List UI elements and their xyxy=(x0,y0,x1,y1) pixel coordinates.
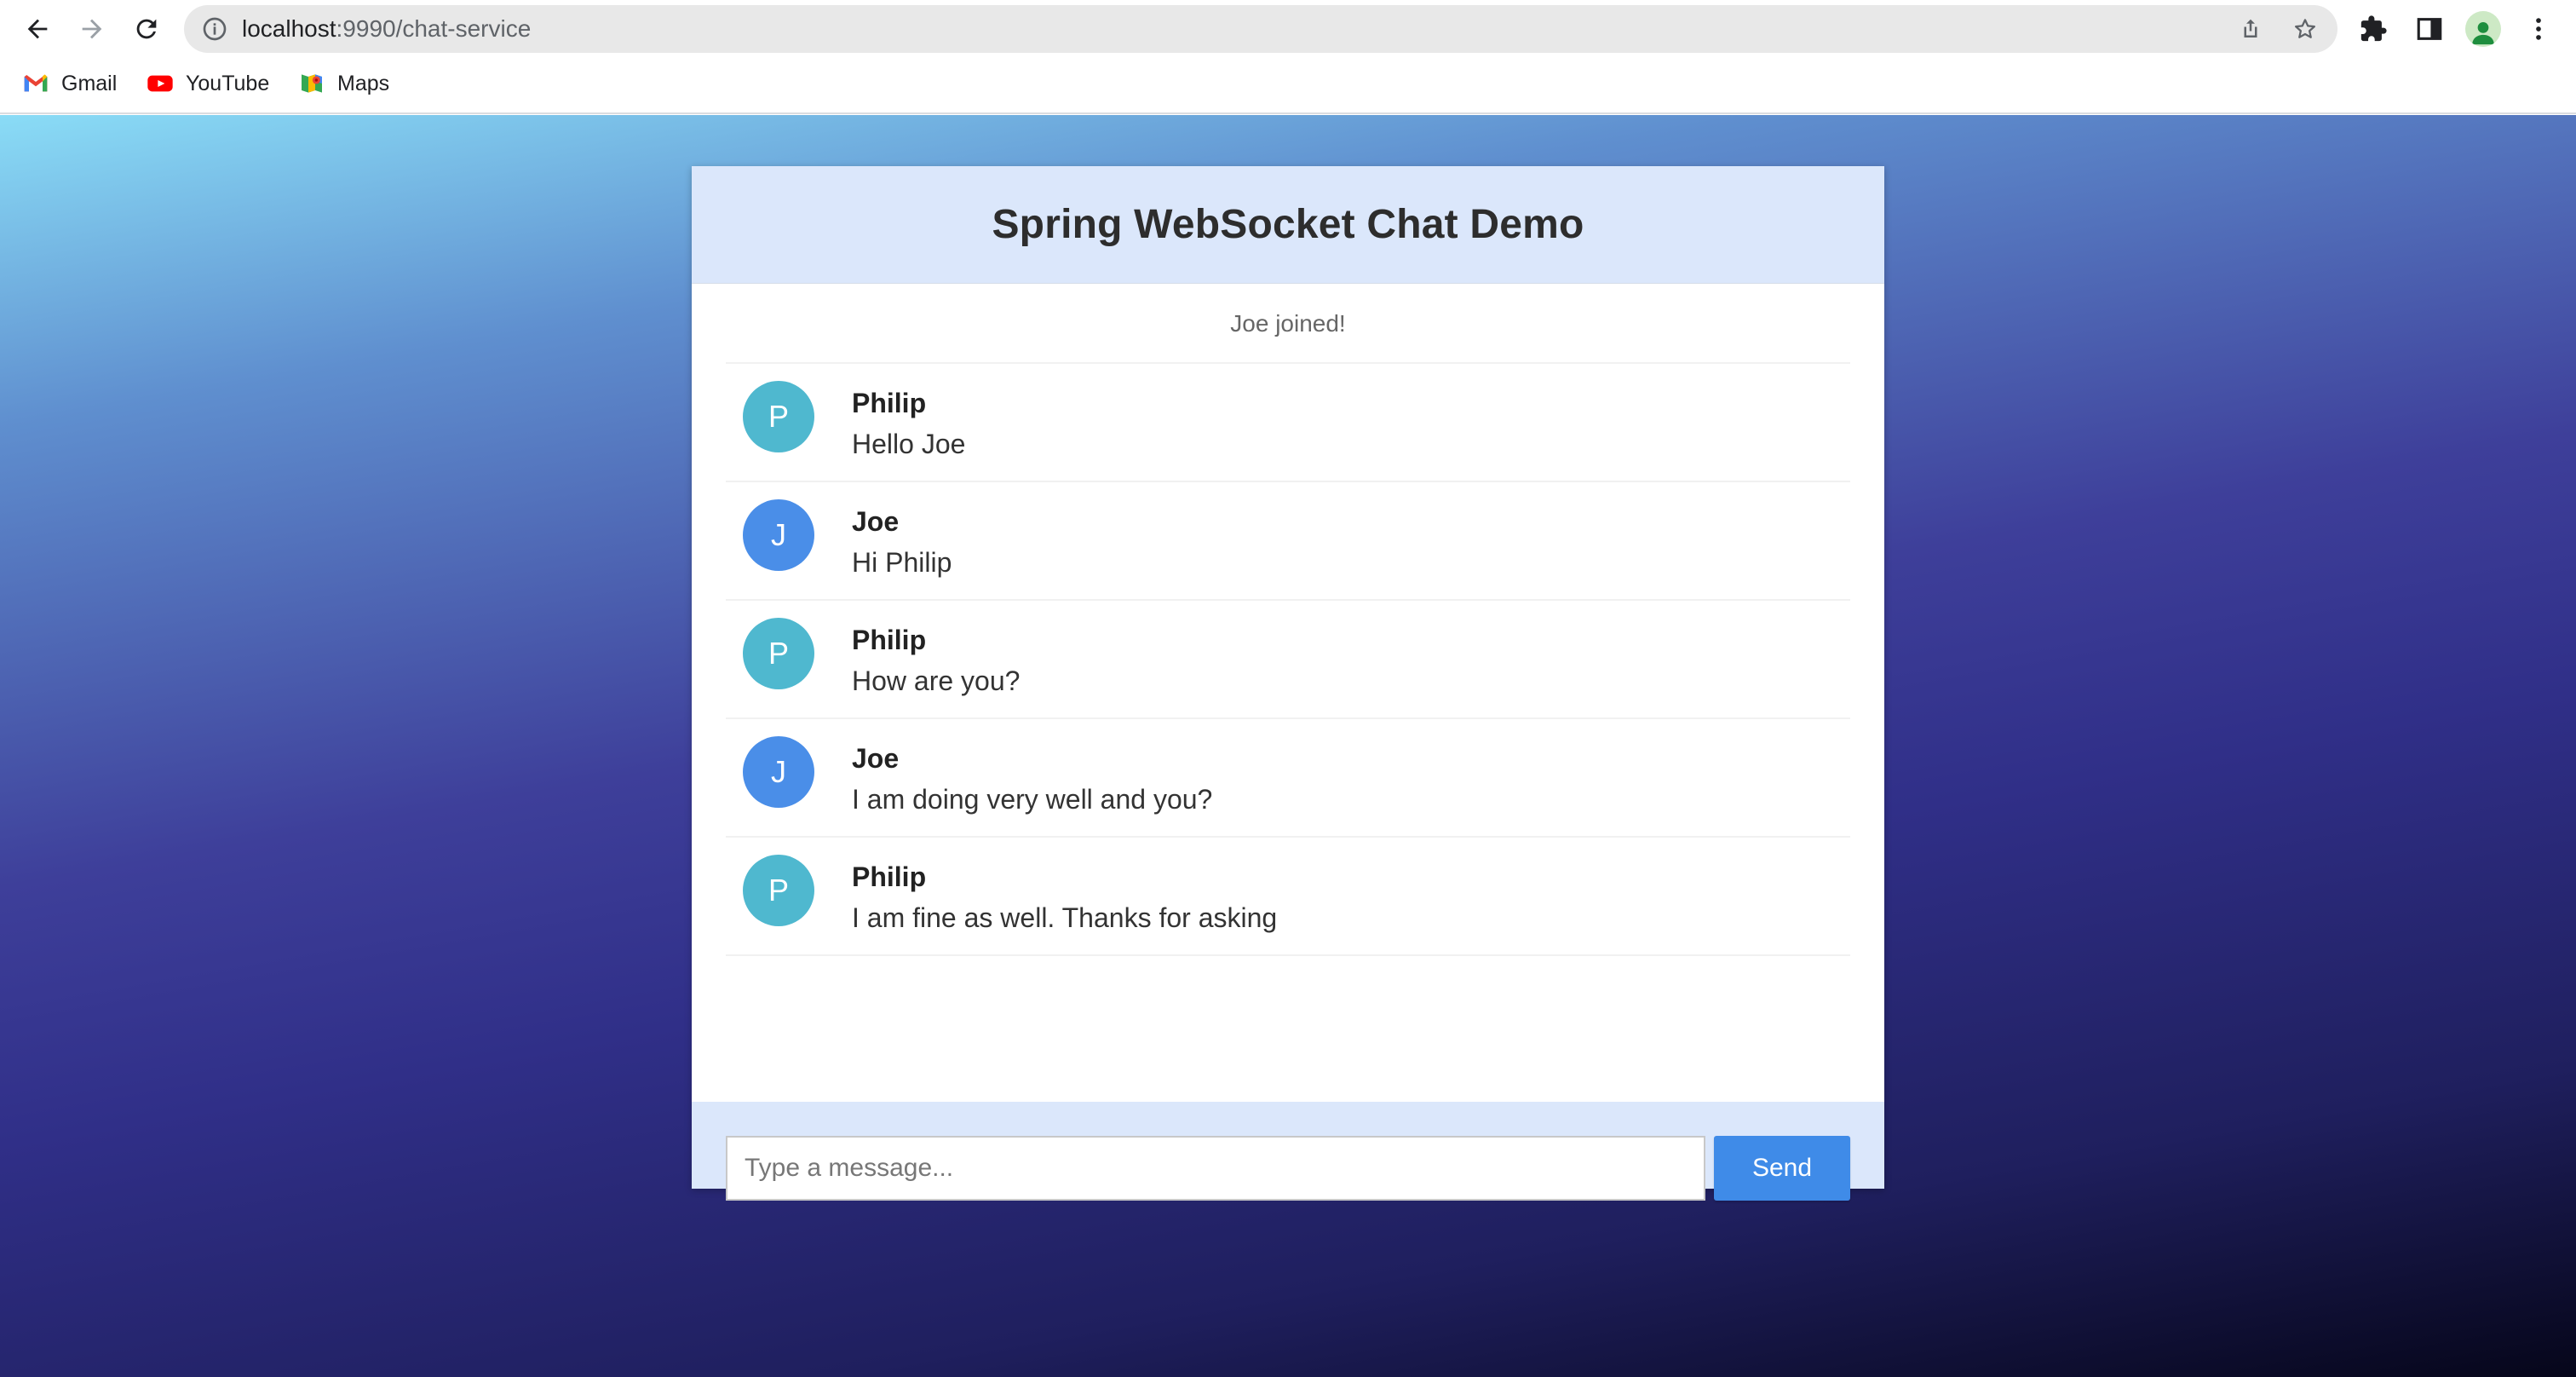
bookmark-star-icon[interactable] xyxy=(2290,14,2320,44)
back-icon[interactable] xyxy=(17,9,58,49)
bookmark-gmail[interactable]: Gmail xyxy=(22,66,117,101)
chat-message: J Joe Hi Philip xyxy=(726,482,1850,601)
sender-name: Philip xyxy=(852,388,927,418)
reload-icon[interactable] xyxy=(126,9,167,49)
message-text: How are you? xyxy=(852,665,1021,696)
sender-name: Philip xyxy=(852,625,927,655)
message-text: I am fine as well. Thanks for asking xyxy=(852,902,1278,933)
bookmark-label: Maps xyxy=(337,71,390,95)
url-text: localhost:9990/chat-service xyxy=(242,5,531,53)
avatar: P xyxy=(743,855,814,926)
address-bar[interactable]: localhost:9990/chat-service xyxy=(184,5,2337,53)
send-button[interactable]: Send xyxy=(1714,1136,1850,1201)
avatar: P xyxy=(743,618,814,689)
bookmark-maps[interactable]: Maps xyxy=(298,66,389,101)
chat-message: P Philip Hello Joe xyxy=(726,364,1850,482)
youtube-icon xyxy=(147,75,173,92)
gmail-icon xyxy=(24,74,48,92)
url-path: :9990/chat-service xyxy=(336,15,532,42)
extensions-icon[interactable] xyxy=(2356,12,2390,46)
page-title: Spring WebSocket Chat Demo xyxy=(992,202,1584,247)
browser-toolbar: localhost:9990/chat-service xyxy=(0,0,2576,58)
sender-name: Joe xyxy=(852,506,900,537)
kebab-menu-icon[interactable] xyxy=(2521,12,2556,46)
side-panel-icon[interactable] xyxy=(2412,12,2447,46)
chat-header: Spring WebSocket Chat Demo xyxy=(692,166,1884,284)
bookmark-youtube[interactable]: YouTube xyxy=(147,66,269,101)
chat-message: P Philip I am fine as well. Thanks for a… xyxy=(726,838,1850,956)
message-text: Hello Joe xyxy=(852,429,966,459)
avatar: J xyxy=(743,736,814,808)
browser-chrome: localhost:9990/chat-service Gmail YouTub… xyxy=(0,0,2576,114)
maps-icon xyxy=(302,74,322,93)
message-area: Joe joined! P Philip Hello Joe J Joe Hi … xyxy=(726,284,1850,1008)
sender-name: Joe xyxy=(852,743,900,774)
bookmark-label: Gmail xyxy=(61,71,118,95)
chat-container: Spring WebSocket Chat Demo Joe joined! P… xyxy=(692,166,1884,1201)
message-input[interactable] xyxy=(726,1136,1705,1201)
chat-message: J Joe I am doing very well and you? xyxy=(726,719,1850,838)
page-background: Spring WebSocket Chat Demo Joe joined! P… xyxy=(0,115,2576,1377)
profile-avatar-icon[interactable] xyxy=(2465,11,2501,47)
avatar: P xyxy=(743,381,814,452)
share-icon[interactable] xyxy=(2235,14,2266,44)
forward-icon[interactable] xyxy=(72,9,112,49)
message-text: Hi Philip xyxy=(852,547,952,578)
bookmarks-bar: Gmail YouTube Maps xyxy=(0,60,2576,107)
chat-message: P Philip How are you? xyxy=(726,601,1850,719)
message-text: I am doing very well and you? xyxy=(852,784,1213,815)
sender-name: Philip xyxy=(852,861,927,892)
avatar: J xyxy=(743,499,814,571)
bookmark-label: YouTube xyxy=(186,71,270,95)
site-info-icon[interactable] xyxy=(201,15,228,43)
event-text: Joe joined! xyxy=(1230,310,1346,337)
event-message: Joe joined! xyxy=(726,284,1850,364)
url-host: localhost xyxy=(242,15,336,42)
message-form: Send xyxy=(692,1102,1884,1201)
